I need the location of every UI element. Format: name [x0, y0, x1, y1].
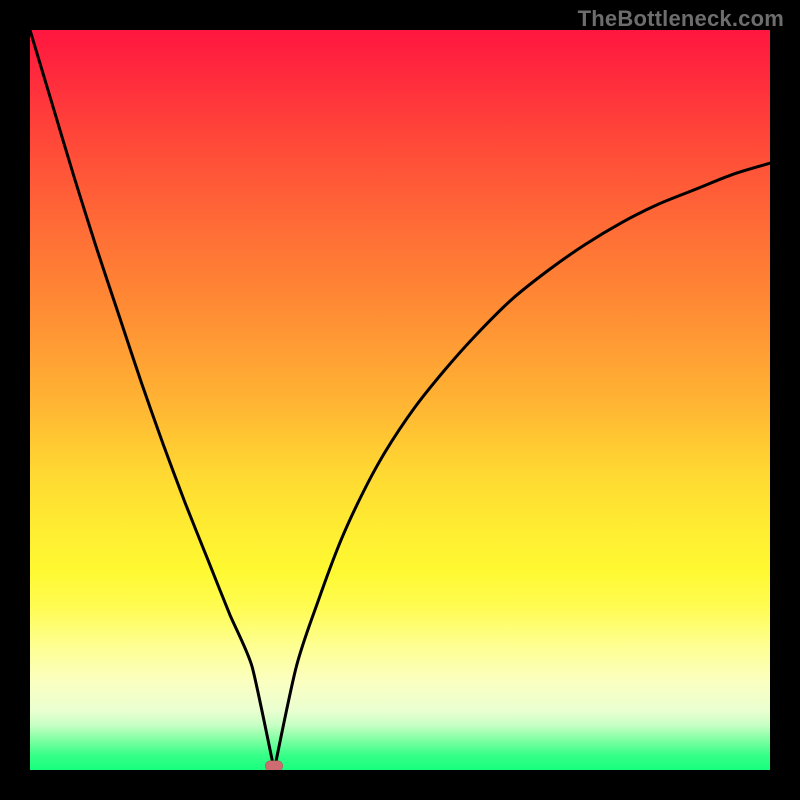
watermark-text: TheBottleneck.com: [578, 6, 784, 32]
curve-svg: [30, 30, 770, 770]
chart-frame: TheBottleneck.com: [0, 0, 800, 800]
min-marker: [265, 761, 283, 771]
bottleneck-curve: [30, 30, 770, 770]
plot-area: [30, 30, 770, 770]
